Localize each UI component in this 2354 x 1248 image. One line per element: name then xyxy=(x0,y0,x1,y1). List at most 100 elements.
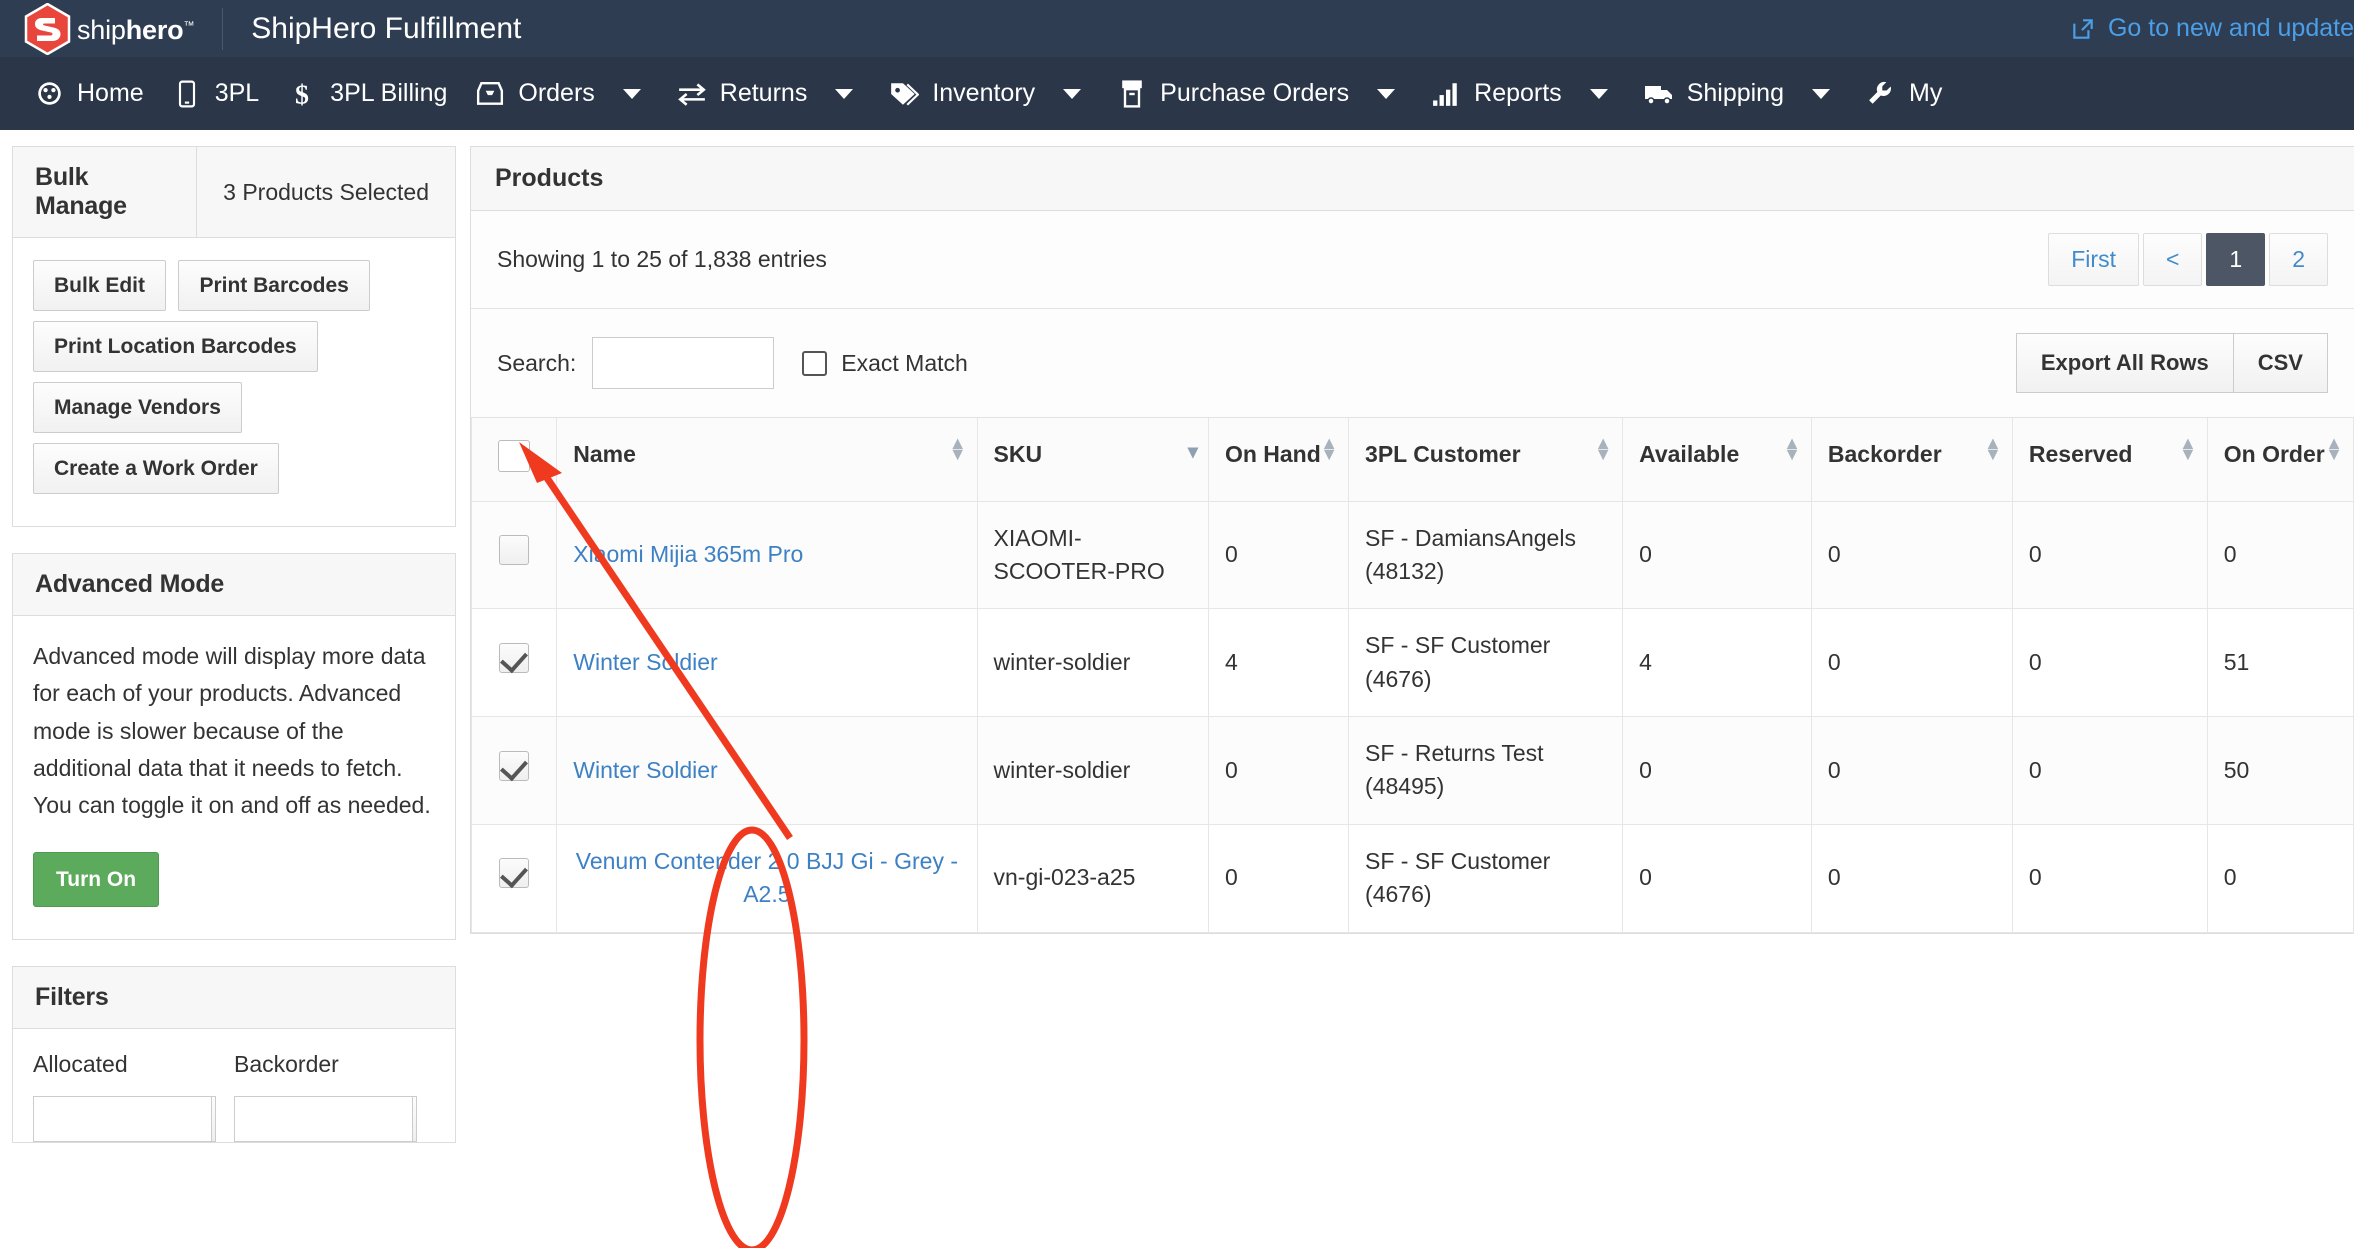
cell-name[interactable]: Winter Soldier xyxy=(556,716,978,825)
brand-wordmark: shiphero™ xyxy=(77,15,194,46)
products-panel: Products Showing 1 to 25 of 1,838 entrie… xyxy=(470,146,2354,934)
nav-item-shipping[interactable]: Shipping xyxy=(1630,57,1798,130)
nav-item-home[interactable]: Home xyxy=(20,57,158,130)
filter-input-backorder[interactable] xyxy=(234,1096,412,1143)
print-location-barcodes-button[interactable]: Print Location Barcodes xyxy=(33,321,318,372)
create-a-work-order-button[interactable]: Create a Work Order xyxy=(33,443,279,494)
column-header-available[interactable]: Available ▲ ▼ xyxy=(1622,418,1812,502)
export-all-rows-button[interactable]: Export All Rows xyxy=(2015,333,2233,393)
sort-icon-on-hand[interactable]: ▲ ▼ xyxy=(1320,434,1338,463)
nav-label-my: My xyxy=(1909,79,1943,107)
go-to-new-and-update-link[interactable]: Go to new and update xyxy=(2070,14,2354,43)
column-header-name[interactable]: Name ▲ ▼ xyxy=(556,418,978,502)
cell-on-order: 0 xyxy=(2206,823,2354,933)
column-header-reserved[interactable]: Reserved ▲ ▼ xyxy=(2011,418,2208,502)
column-header-on-hand[interactable]: On Hand ▲ ▼ xyxy=(1207,418,1350,502)
filter-input-allocated[interactable] xyxy=(33,1096,211,1143)
row-checkbox[interactable] xyxy=(499,643,530,674)
cell-available: 4 xyxy=(1622,608,1812,718)
nav-item-3pl[interactable]: 3PL xyxy=(158,57,273,130)
bulk-manage-button-row-3: Create a Work Order xyxy=(33,443,435,504)
sort-icon-available[interactable]: ▲ ▼ xyxy=(1783,434,1801,463)
main-content: Products Showing 1 to 25 of 1,838 entrie… xyxy=(470,146,2354,1248)
filter-input-group-backorder xyxy=(234,1096,417,1143)
pagination-page-1-button[interactable]: 1 xyxy=(2206,233,2266,286)
cell-name[interactable]: Venum Contender 2.0 BJJ Gi - Grey - A2.5 xyxy=(556,823,978,933)
product-name-link[interactable]: Winter Soldier xyxy=(573,649,717,675)
bulk-edit-button[interactable]: Bulk Edit xyxy=(33,260,167,311)
row-select-cell[interactable] xyxy=(470,500,558,610)
exact-match-control[interactable]: Exact Match xyxy=(802,350,968,377)
cell-backorder: 0 xyxy=(1810,608,2013,718)
filter-stepper-backorder[interactable] xyxy=(412,1096,417,1143)
row-checkbox[interactable] xyxy=(499,535,530,566)
row-checkbox[interactable] xyxy=(499,750,530,781)
sort-icon-reserved[interactable]: ▲ ▼ xyxy=(2179,434,2197,463)
column-header-backorder[interactable]: Backorder ▲ ▼ xyxy=(1810,418,2013,502)
sort-icon-3pl-customer[interactable]: ▲ ▼ xyxy=(1594,434,1612,463)
chevron-down-icon-inventory[interactable] xyxy=(1063,88,1082,99)
products-table-body: Xiaomi Mijia 365m Pro XIAOMI-SCOOTER-PRO… xyxy=(470,500,2354,933)
table-row: Venum Contender 2.0 BJJ Gi - Grey - A2.5… xyxy=(470,823,2354,933)
sort-icon-sku[interactable]: ▾ xyxy=(1188,440,1198,465)
column-header-sku[interactable]: SKU ▾ xyxy=(976,418,1209,502)
select-all-header[interactable] xyxy=(470,418,558,502)
sort-icon-on-order[interactable]: ▲ ▼ xyxy=(2325,434,2343,463)
advanced-mode-description: Advanced mode will display more data for… xyxy=(33,643,431,818)
advanced-mode-header: Advanced Mode xyxy=(13,554,455,616)
cell-name[interactable]: Winter Soldier xyxy=(556,608,978,718)
pagination-first-button[interactable]: First xyxy=(2048,233,2139,286)
pagination-prev-button[interactable]: < xyxy=(2142,233,2203,286)
pagination-page-2-button[interactable]: 2 xyxy=(2269,233,2328,286)
advanced-mode-body: Advanced mode will display more data for… xyxy=(13,616,455,939)
bulk-manage-button-row-1: Bulk Edit Print Barcodes xyxy=(33,260,435,321)
nav-label-returns: Returns xyxy=(719,79,808,107)
sort-icon-backorder[interactable]: ▲ ▼ xyxy=(1984,434,2002,463)
cell-available: 0 xyxy=(1622,823,1812,933)
brand-logo[interactable]: shiphero™ xyxy=(0,2,194,55)
nav-label-purchase-orders: Purchase Orders xyxy=(1160,79,1350,107)
filter-row: Allocated Backorder xyxy=(33,1051,435,1143)
brand-tm-mark: ™ xyxy=(183,20,195,32)
cell-reserved: 0 xyxy=(2011,500,2208,610)
print-barcodes-button[interactable]: Print Barcodes xyxy=(178,260,370,311)
nav-item-purchase-orders[interactable]: Purchase Orders xyxy=(1103,57,1363,130)
row-select-cell[interactable] xyxy=(470,823,558,933)
chevron-down-icon-purchase-orders[interactable] xyxy=(1377,88,1396,99)
chevron-down-icon-orders[interactable] xyxy=(622,88,641,99)
search-input[interactable] xyxy=(592,337,775,389)
mobile-icon xyxy=(172,80,202,108)
column-header-3pl-customer[interactable]: 3PL Customer ▲ ▼ xyxy=(1348,418,1624,502)
nav-item-reports[interactable]: Reports xyxy=(1417,57,1576,130)
filter-stepper-allocated[interactable] xyxy=(211,1096,216,1143)
product-name-link[interactable]: Xiaomi Mijia 365m Pro xyxy=(573,541,803,567)
advanced-mode-turn-on-button[interactable]: Turn On xyxy=(33,852,160,908)
exact-match-checkbox[interactable] xyxy=(802,350,828,376)
chevron-down-icon-reports[interactable] xyxy=(1589,88,1608,99)
nav-item-returns[interactable]: Returns xyxy=(663,57,822,130)
product-name-link[interactable]: Winter Soldier xyxy=(573,757,717,783)
export-csv-button[interactable]: CSV xyxy=(2232,333,2328,393)
cell-on-hand: 0 xyxy=(1207,500,1350,610)
row-checkbox[interactable] xyxy=(499,858,530,889)
nav-item-orders[interactable]: Orders xyxy=(461,57,608,130)
product-name-link[interactable]: Venum Contender 2.0 BJJ Gi - Grey - A2.5 xyxy=(576,848,958,907)
products-selected-count: 3 Products Selected xyxy=(196,147,455,237)
nav-item-my[interactable]: My xyxy=(1852,57,1956,130)
row-select-cell[interactable] xyxy=(470,716,558,825)
cell-reserved: 0 xyxy=(2011,608,2208,718)
column-label-name: Name xyxy=(573,441,636,467)
header-divider xyxy=(222,7,224,50)
chevron-down-icon-returns[interactable] xyxy=(835,88,854,99)
row-select-cell[interactable] xyxy=(470,608,558,718)
chevron-down-icon-shipping[interactable] xyxy=(1812,88,1830,99)
column-header-on-order[interactable]: On Order ▲ ▼ xyxy=(2206,418,2354,502)
cell-name[interactable]: Xiaomi Mijia 365m Pro xyxy=(556,500,978,610)
cell-backorder: 0 xyxy=(1810,823,2013,933)
select-all-checkbox[interactable] xyxy=(498,440,531,472)
cell-on-order: 50 xyxy=(2206,716,2354,825)
nav-item-inventory[interactable]: Inventory xyxy=(875,57,1049,130)
nav-item-3pl-billing[interactable]: $ 3PL Billing xyxy=(273,57,461,130)
sort-icon-name[interactable]: ▲ ▼ xyxy=(949,434,967,463)
manage-vendors-button[interactable]: Manage Vendors xyxy=(33,382,242,433)
